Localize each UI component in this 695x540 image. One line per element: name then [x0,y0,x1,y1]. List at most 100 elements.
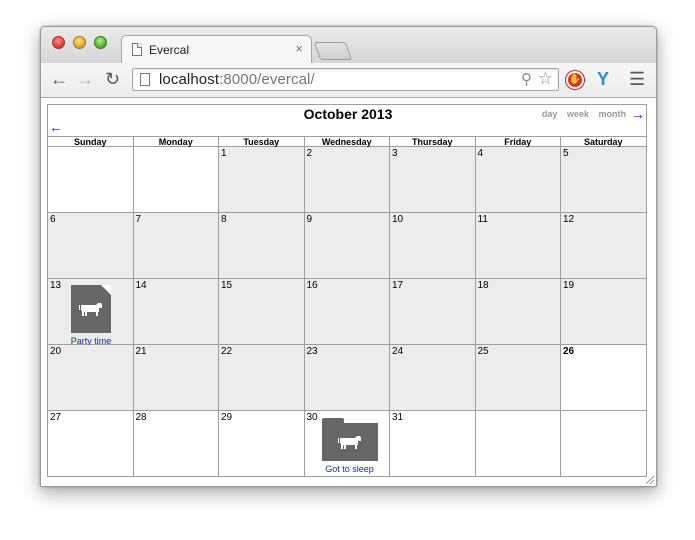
forward-button[interactable]: → [76,69,94,89]
day-cell[interactable]: 11 [475,213,561,279]
day-number: 22 [221,346,233,357]
day-cell-empty [48,147,134,213]
day-cell[interactable]: 30 Got to sleep [304,411,390,477]
day-number: 1 [221,148,227,159]
day-cell[interactable]: 29 [219,411,305,477]
day-cell[interactable]: 5 [561,147,647,213]
day-cell[interactable]: 8 [219,213,305,279]
day-number: 5 [563,148,569,159]
next-month-arrow-icon[interactable]: → [631,106,645,122]
new-tab-button[interactable] [313,42,353,60]
day-cell[interactable]: 2 [304,147,390,213]
day-cell[interactable]: 7 [133,213,219,279]
extension-v-icon[interactable]: Y [597,69,609,90]
browser-toolbar: ← → ↻ localhost:8000/evercal/ ⚲ ☆ ✋ Y ☰ [41,63,656,98]
day-cell-today[interactable]: 26 [561,345,647,411]
day-cell[interactable]: 14 [133,279,219,345]
day-number: 8 [221,214,227,225]
url-path: :8000/evercal/ [219,71,315,88]
event-party-time[interactable]: Party time [56,285,126,346]
day-number: 20 [50,346,62,357]
tab-close-icon[interactable]: × [295,41,303,56]
day-cell[interactable]: 22 [219,345,305,411]
day-cell[interactable]: 19 [561,279,647,345]
day-number: 6 [50,214,56,225]
cow-note-icon[interactable] [71,285,111,333]
day-number: 9 [306,214,313,225]
day-number: 17 [392,280,404,291]
day-cell-empty [133,147,219,213]
day-cell[interactable]: 20 [48,345,134,411]
weekday-label: Tuesday [219,136,305,147]
day-cell[interactable]: 9 [304,213,390,279]
day-number: 12 [563,214,575,225]
adblock-stop-icon[interactable]: ✋ [566,71,584,89]
weekday-header-row: Sunday Monday Tuesday Wednesday Thursday… [48,136,647,147]
day-number: 4 [477,148,484,159]
back-button[interactable]: ← [50,69,68,89]
day-cell[interactable]: 16 [304,279,390,345]
tab-evercal[interactable]: Evercal × [121,35,312,63]
search-icon[interactable]: ⚲ [521,70,532,88]
zoom-window-button[interactable] [94,36,107,49]
day-number: 29 [221,412,233,423]
close-window-button[interactable] [52,36,65,49]
event-got-to-sleep[interactable]: Got to sleep [315,418,385,474]
day-number: 27 [50,412,62,423]
day-number: 16 [306,280,318,291]
address-bar[interactable]: localhost:8000/evercal/ ⚲ ☆ [132,68,559,91]
browser-window: Evercal × ← → ↻ localhost:8000/evercal/ … [40,26,657,487]
cow-icon [337,436,361,449]
view-month-link[interactable]: month [599,109,627,119]
day-cell[interactable]: 27 [48,411,134,477]
weekday-label: Saturday [561,136,647,147]
event-label[interactable]: Got to sleep [315,464,385,474]
day-number: 26 [563,346,575,357]
day-number: 18 [477,280,489,291]
week-row: 13 Party time 14 15 16 17 18 19 [48,279,647,346]
reload-button[interactable]: ↻ [105,69,120,89]
minimize-window-button[interactable] [73,36,86,49]
day-cell[interactable]: 31 [390,411,476,477]
week-row: 27 28 29 30 Got to sleep 31 [48,411,647,477]
day-cell[interactable]: 6 [48,213,134,279]
page-content: October 2013 day week month ← → Sunday M… [41,98,656,486]
day-number: 28 [135,412,147,423]
weekday-label: Sunday [48,136,134,147]
view-switcher: day week month [535,109,626,119]
day-cell[interactable]: 15 [219,279,305,345]
day-cell[interactable]: 1 [219,147,305,213]
day-number: 3 [392,148,398,159]
day-cell[interactable]: 23 [304,345,390,411]
day-number: 23 [306,346,318,357]
view-day-link[interactable]: day [542,109,558,119]
day-number: 10 [392,214,404,225]
weekday-label: Friday [475,136,561,147]
day-cell[interactable]: 28 [133,411,219,477]
week-row: 20 21 22 23 24 25 26 [48,345,647,411]
day-number: 7 [135,214,142,225]
menu-icon[interactable]: ☰ [629,69,645,90]
day-number: 21 [135,346,147,357]
view-week-link[interactable]: week [567,109,589,119]
cow-notebook-icon[interactable] [321,418,378,461]
day-cell[interactable]: 25 [475,345,561,411]
day-cell[interactable]: 12 [561,213,647,279]
url-text[interactable]: localhost:8000/evercal/ [159,71,315,88]
day-cell[interactable]: 24 [390,345,476,411]
resize-grip-icon[interactable] [646,476,654,484]
page-icon [140,73,150,86]
day-cell[interactable]: 17 [390,279,476,345]
day-cell[interactable]: 18 [475,279,561,345]
day-cell[interactable]: 4 [475,147,561,213]
prev-month-arrow-icon[interactable]: ← [49,119,63,135]
bookmark-star-icon[interactable]: ☆ [538,69,553,89]
day-cell[interactable]: 3 [390,147,476,213]
calendar-grid: Sunday Monday Tuesday Wednesday Thursday… [47,136,647,477]
week-row: 1 2 3 4 5 [48,147,647,213]
day-cell[interactable]: 21 [133,345,219,411]
day-number: 24 [392,346,404,357]
day-cell[interactable]: 10 [390,213,476,279]
day-number: 19 [563,280,575,291]
day-cell[interactable]: 13 Party time [48,279,134,346]
